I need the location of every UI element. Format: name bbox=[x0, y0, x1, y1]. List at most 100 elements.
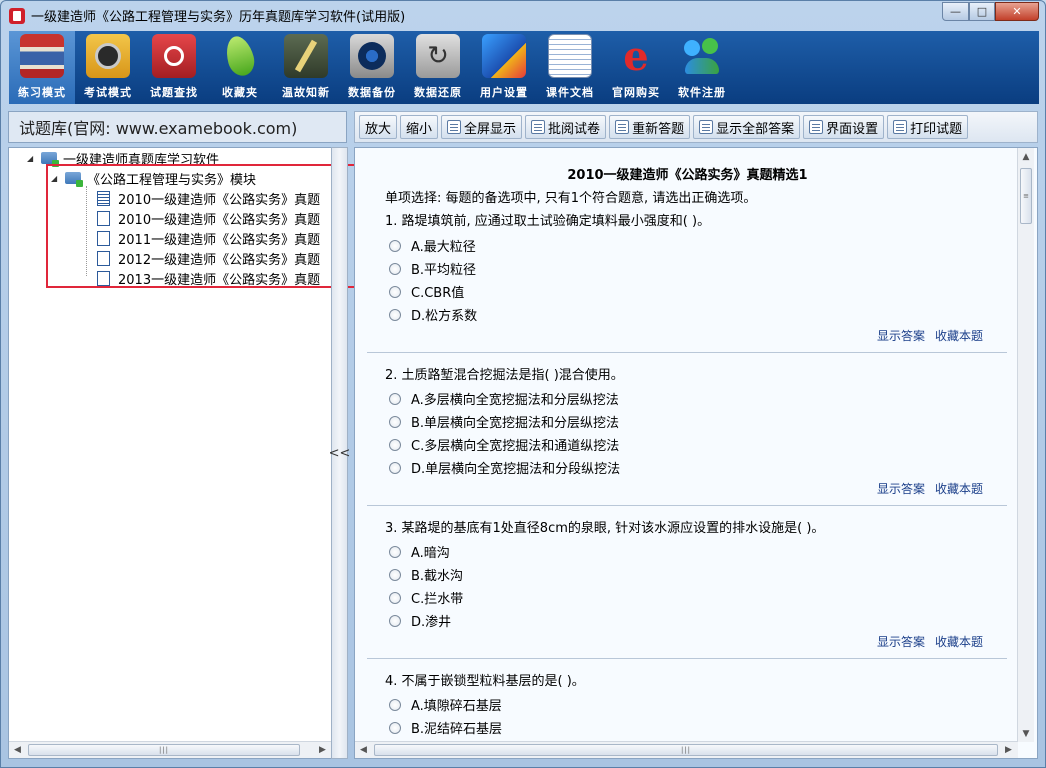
tree-paper-item[interactable]: 2013一级建造师《公路实务》真题 bbox=[97, 268, 320, 288]
toolbar-exam-mode[interactable]: 考试模式 bbox=[75, 31, 141, 104]
toolbar-search-questions[interactable]: 试题查找 bbox=[141, 31, 207, 104]
toolbar-register[interactable]: 软件注册 bbox=[669, 31, 735, 104]
radio-button[interactable] bbox=[389, 591, 401, 604]
close-button[interactable]: ✕ bbox=[995, 2, 1039, 21]
toolbar-data-restore[interactable]: ↻ 数据还原 bbox=[405, 31, 471, 104]
zoom-out-button[interactable]: 缩小 bbox=[400, 115, 439, 139]
radio-button[interactable] bbox=[389, 392, 401, 405]
radio-button[interactable] bbox=[389, 614, 401, 627]
question-text: 3. 某路堤的基底有1处直径8cm的泉眼, 针对该水源应设置的排水设施是( )。 bbox=[385, 521, 825, 536]
minimize-button[interactable]: — bbox=[942, 2, 969, 21]
radio-button[interactable] bbox=[389, 698, 401, 711]
tree-module[interactable]: ◢ 《公路工程管理与实务》模块 bbox=[51, 168, 256, 188]
favorite-question-link[interactable]: 收藏本题 bbox=[935, 480, 983, 497]
panel-splitter[interactable]: << bbox=[329, 147, 350, 759]
toolbar-buy-online[interactable]: e 官网购买 bbox=[603, 31, 669, 104]
answers-icon bbox=[699, 120, 714, 134]
scroll-right-icon[interactable]: ▶ bbox=[1000, 742, 1017, 758]
browser-icon: e bbox=[623, 32, 649, 80]
toolbar-practice-mode[interactable]: 练习模式 bbox=[9, 31, 75, 104]
tree-paper-item[interactable]: 2011一级建造师《公路实务》真题 bbox=[97, 228, 320, 248]
toolbar-data-backup[interactable]: 数据备份 bbox=[339, 31, 405, 104]
collapse-arrow-icon[interactable]: ◢ bbox=[27, 154, 37, 163]
radio-button[interactable] bbox=[389, 415, 401, 428]
fullscreen-button[interactable]: 全屏显示 bbox=[441, 115, 523, 139]
radio-button[interactable] bbox=[389, 461, 401, 474]
radio-button[interactable] bbox=[389, 239, 401, 252]
window-controls: — □ ✕ bbox=[942, 2, 1039, 21]
question-divider bbox=[367, 505, 1007, 506]
paper-title: 2010一级建造师《公路实务》真题精选1 bbox=[567, 168, 808, 183]
monitor-settings-icon bbox=[482, 34, 526, 78]
radio-button[interactable] bbox=[389, 568, 401, 581]
document-icon bbox=[548, 34, 592, 78]
scrollbar-thumb[interactable]: ||| bbox=[374, 744, 998, 756]
show-answer-link[interactable]: 显示答案 bbox=[877, 327, 925, 344]
tree-paper-item[interactable]: 2012一级建造师《公路实务》真题 bbox=[97, 248, 320, 268]
show-all-answers-button[interactable]: 显示全部答案 bbox=[693, 115, 801, 139]
scroll-left-icon[interactable]: ◀ bbox=[355, 742, 372, 758]
radio-button[interactable] bbox=[389, 721, 401, 734]
radio-button[interactable] bbox=[389, 438, 401, 451]
radio-button[interactable] bbox=[389, 262, 401, 275]
section-instructions: 单项选择: 每题的备选项中, 只有1个符合题意, 请选出正确选项。 bbox=[385, 191, 757, 206]
radio-button[interactable] bbox=[389, 285, 401, 298]
favorites-icon bbox=[218, 33, 262, 79]
answer-option[interactable]: A.填隙碎石基层 bbox=[389, 695, 502, 714]
question-bank-tree: ◢ 一级建造师真题库学习软件 ◢ 《公路工程管理与实务》模块 2010一级建造师… bbox=[8, 147, 347, 759]
answer-option[interactable]: A.多层横向全宽挖掘法和分层纵挖法 bbox=[389, 389, 619, 408]
favorite-question-link[interactable]: 收藏本题 bbox=[935, 633, 983, 650]
answer-option[interactable]: D.渗井 bbox=[389, 611, 451, 630]
answer-option[interactable]: C.多层横向全宽挖掘法和通道纵挖法 bbox=[389, 435, 619, 454]
answer-option[interactable]: A.暗沟 bbox=[389, 542, 450, 561]
title-bar: 一级建造师《公路工程管理与实务》历年真题库学习软件(试用版) — □ ✕ bbox=[1, 1, 1045, 30]
collapse-arrow-icon[interactable]: ◢ bbox=[51, 174, 61, 183]
content-horizontal-scrollbar[interactable]: ◀ ||| ▶ bbox=[355, 741, 1018, 758]
answer-option[interactable]: D.单层横向全宽挖掘法和分段纵挖法 bbox=[389, 458, 620, 477]
toolbar-user-settings[interactable]: 用户设置 bbox=[471, 31, 537, 104]
scrollbar-thumb[interactable]: ||| bbox=[28, 744, 300, 756]
toolbar-favorites[interactable]: 收藏夹 bbox=[207, 31, 273, 104]
answer-option[interactable]: D.松方系数 bbox=[389, 305, 477, 324]
answer-option[interactable]: B.泥结碎石基层 bbox=[389, 718, 502, 737]
answer-option[interactable]: C.CBR值 bbox=[389, 282, 464, 301]
grade-paper-button[interactable]: 批阅试卷 bbox=[525, 115, 607, 139]
disk-backup-icon bbox=[350, 34, 394, 78]
toolbar-courseware[interactable]: 课件文档 bbox=[537, 31, 603, 104]
content-vertical-scrollbar[interactable]: ▲ ≡ ▼ bbox=[1017, 148, 1034, 742]
tree-root[interactable]: ◢ 一级建造师真题库学习软件 bbox=[27, 148, 219, 168]
show-answer-link[interactable]: 显示答案 bbox=[877, 633, 925, 650]
radio-button[interactable] bbox=[389, 545, 401, 558]
maximize-button[interactable]: □ bbox=[969, 2, 995, 21]
document-icon bbox=[97, 270, 110, 286]
show-answer-link[interactable]: 显示答案 bbox=[877, 480, 925, 497]
tree-horizontal-scrollbar[interactable]: ◀ ||| ▶ bbox=[9, 741, 331, 758]
clock-folder-icon bbox=[86, 34, 130, 78]
folder-icon bbox=[65, 172, 83, 187]
scrollbar-thumb[interactable]: ≡ bbox=[1020, 168, 1032, 224]
toolbar-review[interactable]: 温故知新 bbox=[273, 31, 339, 104]
fullscreen-icon bbox=[447, 120, 462, 134]
document-icon bbox=[97, 230, 110, 246]
answer-option[interactable]: C.拦水带 bbox=[389, 588, 463, 607]
print-button[interactable]: 打印试题 bbox=[887, 115, 969, 139]
scroll-down-icon[interactable]: ▼ bbox=[1018, 725, 1034, 742]
tree-paper-item[interactable]: 2010一级建造师《公路实务》真题 bbox=[97, 188, 320, 208]
app-logo-icon bbox=[9, 7, 25, 24]
favorite-question-link[interactable]: 收藏本题 bbox=[935, 327, 983, 344]
answer-option[interactable]: B.单层横向全宽挖掘法和分层纵挖法 bbox=[389, 412, 619, 431]
print-icon bbox=[893, 120, 908, 134]
tree-paper-item[interactable]: 2010一级建造师《公路实务》真题 bbox=[97, 208, 320, 228]
reanswer-button[interactable]: 重新答题 bbox=[609, 115, 691, 139]
answer-option[interactable]: B.平均粒径 bbox=[389, 259, 476, 278]
answer-option[interactable]: B.截水沟 bbox=[389, 565, 463, 584]
radio-button[interactable] bbox=[389, 308, 401, 321]
answer-option[interactable]: A.最大粒径 bbox=[389, 236, 476, 255]
settings-icon bbox=[809, 120, 824, 134]
interface-settings-button[interactable]: 界面设置 bbox=[803, 115, 885, 139]
zoom-in-button[interactable]: 放大 bbox=[359, 115, 398, 139]
scroll-left-icon[interactable]: ◀ bbox=[9, 742, 26, 758]
scroll-up-icon[interactable]: ▲ bbox=[1018, 148, 1034, 165]
scroll-right-icon[interactable]: ▶ bbox=[314, 742, 331, 758]
search-book-icon bbox=[152, 34, 196, 78]
